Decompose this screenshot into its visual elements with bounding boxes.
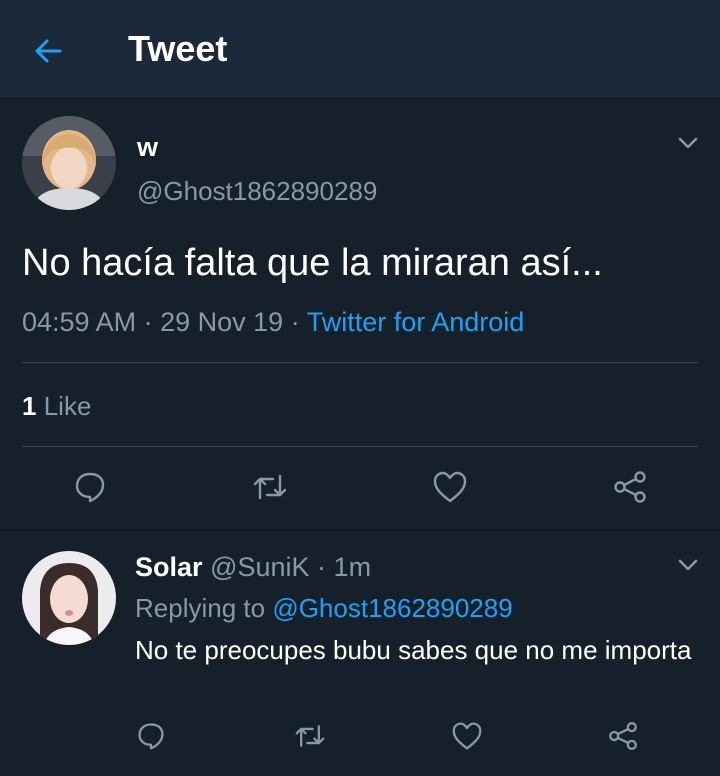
replying-label: Replying to xyxy=(135,593,266,623)
reply-author-name[interactable]: Solar xyxy=(135,552,203,582)
meta-separator: · xyxy=(143,307,161,337)
like-icon xyxy=(452,722,482,750)
tweet-meta: 04:59 AM · 29 Nov 19 · Twitter for Andro… xyxy=(22,307,524,338)
retweet-icon xyxy=(253,474,287,500)
reply-tweet[interactable]: Solar @SuniK · 1m Replying to @Ghost1862… xyxy=(0,531,720,776)
reply-icon xyxy=(138,723,164,750)
tweet-time: 04:59 AM xyxy=(22,307,137,337)
divider xyxy=(22,362,698,363)
author-name[interactable]: w xyxy=(137,132,158,163)
likes-count[interactable]: 1 Like xyxy=(22,391,91,422)
chevron-down-icon xyxy=(678,559,698,571)
arrow-left-icon xyxy=(35,39,62,63)
tweet-actions xyxy=(0,467,720,511)
reply-author-handle[interactable]: @SuniK xyxy=(210,552,309,582)
page-title: Tweet xyxy=(128,28,228,69)
reply-actions xyxy=(0,716,720,760)
tweet-source-link[interactable]: Twitter for Android xyxy=(307,307,525,337)
retweet-icon xyxy=(295,725,325,747)
share-button[interactable] xyxy=(603,716,643,756)
tweet-date: 29 Nov 19 xyxy=(160,307,284,337)
reply-button[interactable] xyxy=(131,716,171,756)
like-button[interactable] xyxy=(430,467,470,507)
like-icon xyxy=(433,471,467,503)
share-icon xyxy=(614,471,646,503)
meta-separator: · xyxy=(317,552,327,582)
tweet-text: No hacía falta que la miraran así... xyxy=(22,242,603,284)
retweet-button[interactable] xyxy=(290,716,330,756)
top-app-bar: Tweet xyxy=(0,0,720,99)
likes-number: 1 xyxy=(22,391,37,421)
avatar[interactable] xyxy=(22,116,116,210)
avatar[interactable] xyxy=(22,551,116,645)
retweet-button[interactable] xyxy=(250,467,290,507)
replying-to-link[interactable]: @Ghost1862890289 xyxy=(272,593,512,623)
like-button[interactable] xyxy=(447,716,487,756)
share-button[interactable] xyxy=(610,467,650,507)
reply-menu-button[interactable] xyxy=(676,553,700,577)
meta-separator: · xyxy=(290,307,307,337)
divider xyxy=(22,446,698,447)
reply-age: 1m xyxy=(333,552,372,582)
back-button[interactable] xyxy=(28,31,68,71)
tweet-menu-button[interactable] xyxy=(676,131,700,155)
reply-text: No te preocupes bubu sabes que no me imp… xyxy=(135,635,692,665)
reply-header: Solar @SuniK · 1m xyxy=(135,552,371,583)
author-handle[interactable]: @Ghost1862890289 xyxy=(137,176,377,207)
share-icon xyxy=(609,722,637,750)
replying-to: Replying to @Ghost1862890289 xyxy=(135,593,513,624)
likes-label: Like xyxy=(43,391,92,421)
chevron-down-icon xyxy=(678,137,698,149)
reply-icon xyxy=(75,472,105,503)
reply-button[interactable] xyxy=(70,467,110,507)
